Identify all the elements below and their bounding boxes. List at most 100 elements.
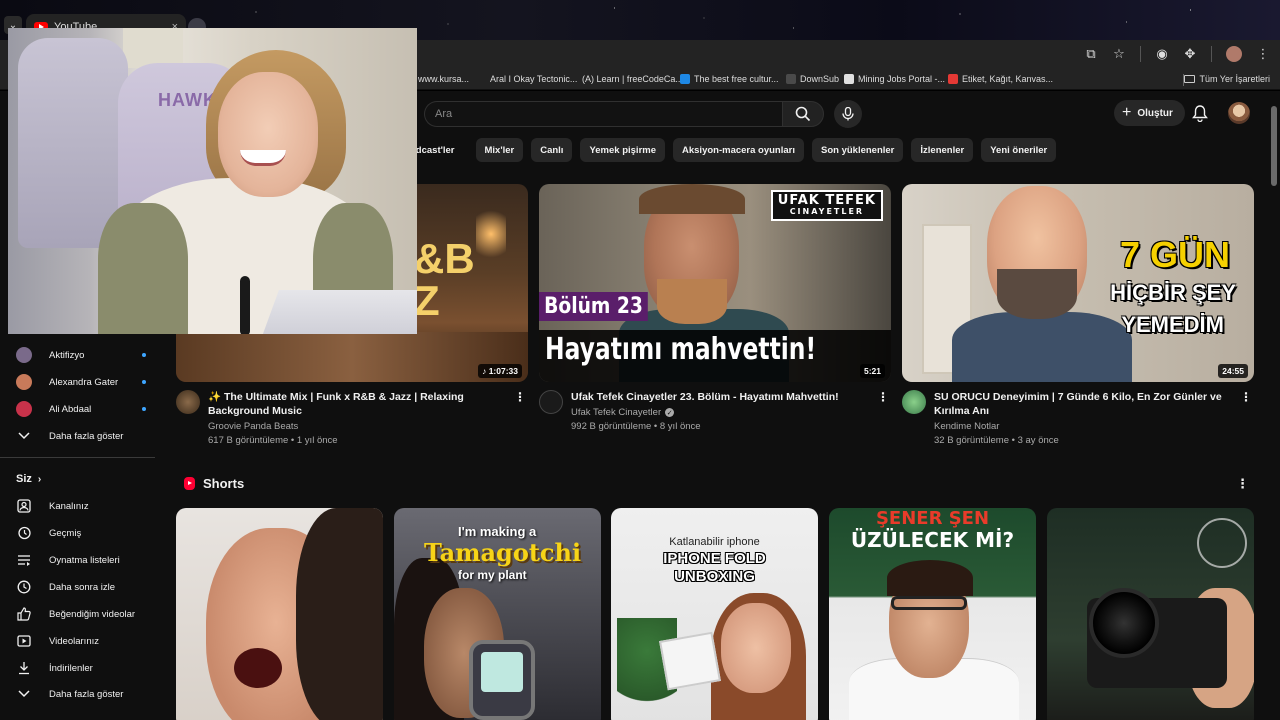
channel-avatar[interactable] [902, 390, 926, 414]
user-avatar[interactable] [1228, 102, 1250, 124]
create-button[interactable]: + Oluştur [1114, 100, 1185, 126]
video-title[interactable]: ✨ The Ultimate Mix | Funk x R&B & Jazz |… [208, 390, 508, 418]
category-chips: odcast'ler Mix'ler Canlı Yemek pişirme A… [400, 138, 1057, 162]
thumbnail-text: &B Z [414, 235, 475, 324]
short-person-mouth [234, 648, 282, 688]
sidebar-divider [0, 457, 155, 458]
history-icon [16, 525, 32, 541]
sidebar-subscription-alexandra-gater[interactable]: Alexandra Gater [16, 374, 146, 390]
bookmark-item[interactable]: Aral I Okay Tectonic... [490, 74, 577, 84]
search-button[interactable] [782, 101, 824, 127]
playlists-icon [16, 552, 32, 568]
short-thumbnail[interactable]: Katlanabilir iphone IPHONE FOLD UNBOXING [611, 508, 818, 720]
subscription-label: Ali Abdaal [49, 403, 92, 415]
like-icon [16, 606, 32, 622]
search-input[interactable] [424, 101, 782, 127]
bookmark-item[interactable]: (A) Learn | freeCodeCa... [582, 74, 683, 84]
short-caption-line-2: ÜZÜLECEK Mİ? [850, 528, 1015, 552]
video-title[interactable]: Ufak Tefek Cinayetler 23. Bölüm - Hayatı… [571, 390, 871, 404]
browser-profile-avatar[interactable] [1226, 46, 1242, 62]
chip-live[interactable]: Canlı [531, 138, 573, 162]
webcam-person-face [218, 72, 318, 197]
thumbnail-text-line-1: 7 GÜN [1119, 234, 1230, 275]
video-thumbnail[interactable]: Bölüm 23 Hayatımı mahvettin! UFAK TEFEK … [539, 184, 891, 382]
notifications-button[interactable] [1190, 103, 1210, 123]
shorts-menu-icon[interactable]: ⋮ [1236, 476, 1249, 492]
channel-avatar[interactable] [539, 390, 563, 414]
verified-icon: ✓ [665, 408, 675, 417]
chip-recently-uploaded[interactable]: Son yüklenenler [812, 138, 904, 162]
chip-new-to-you[interactable]: Yeni öneriler [981, 138, 1057, 162]
sidebar-item-label: İndirilenler [49, 662, 93, 674]
video-menu-icon[interactable]: ⋮ [514, 390, 526, 404]
sidebar-item-downloads[interactable]: İndirilenler [16, 660, 146, 676]
short-thumbnail[interactable] [1047, 508, 1254, 720]
webcam-desk-item [257, 290, 417, 334]
video-card[interactable]: 7 GÜN HİÇBİR ŞEY YEMEDİM 24:55 SU ORUCU … [902, 184, 1254, 446]
scrollbar-thumb[interactable] [1271, 106, 1277, 186]
chip-cooking[interactable]: Yemek pişirme [580, 138, 665, 162]
bookmark-item[interactable]: Etiket, Kağıt, Kanvas... [948, 74, 1053, 84]
browser-menu-icon[interactable]: ⋮ [1256, 46, 1270, 62]
subscription-label: Alexandra Gater [49, 376, 119, 388]
show-logo-line-2: CINAYETLER [789, 207, 865, 217]
avatar [16, 347, 32, 363]
channel-name[interactable]: Groovie Panda Beats [208, 421, 508, 432]
shorts-logo-icon [184, 477, 195, 490]
voice-search-button[interactable] [834, 100, 862, 128]
bookmark-item[interactable]: The best free cultur... [680, 74, 779, 84]
search-icon [795, 106, 811, 122]
thumbnail-episode: Bölüm 23 [539, 292, 649, 321]
sidebar-subscription-ali-abdaal[interactable]: Ali Abdaal [16, 401, 146, 417]
chip-action-adventure-games[interactable]: Aksiyon-macera oyunları [673, 138, 804, 162]
chevron-down-icon [16, 428, 32, 444]
video-stats: 617 B görüntüleme • 1 yıl önce [208, 435, 338, 446]
sidebar-item-history[interactable]: Geçmiş [16, 525, 146, 541]
channel-name[interactable]: Ufak Tefek Cinayetler ✓ [571, 407, 871, 418]
sidebar-item-watch-later[interactable]: Daha sonra izle [16, 579, 146, 595]
tamagotchi-device [469, 640, 535, 720]
short-caption-line-1: ŞENER ŞEN [875, 508, 990, 529]
video-duration: ♪ 1:07:33 [478, 364, 522, 378]
short-phone-box [659, 631, 721, 691]
folder-icon [1184, 75, 1196, 83]
chip-watched[interactable]: İzlenenler [911, 138, 974, 162]
sidebar-item-playlists[interactable]: Oynatma listeleri [16, 552, 146, 568]
bookmark-item[interactable]: Mining Jobs Portal -... [844, 74, 945, 84]
short-thumbnail[interactable]: ŞENER ŞEN ÜZÜLECEK Mİ? [829, 508, 1036, 720]
video-thumbnail[interactable]: 7 GÜN HİÇBİR ŞEY YEMEDİM 24:55 [902, 184, 1254, 382]
shop-icon [948, 74, 958, 84]
sidebar-item-your-channel[interactable]: Kanalınız [16, 498, 146, 514]
new-content-dot [142, 380, 146, 384]
extensions-icon[interactable]: ✥ [1183, 46, 1197, 62]
camera-extension-icon[interactable]: ◉ [1155, 46, 1169, 62]
video-menu-icon[interactable]: ⋮ [1240, 390, 1252, 404]
channel-avatar[interactable] [176, 390, 200, 414]
channel-name-text: Ufak Tefek Cinayetler [571, 407, 662, 418]
sidebar-you-heading[interactable]: Siz › [16, 473, 41, 485]
short-caption-line-3: UNBOXING [674, 568, 755, 585]
shorts-section-heading: Shorts [184, 476, 244, 491]
page-scrollbar[interactable] [1268, 91, 1280, 720]
video-menu-icon[interactable]: ⋮ [877, 390, 889, 404]
sidebar-subscription-aktifizyo[interactable]: Aktifizyo [16, 347, 146, 363]
short-thumbnail[interactable]: I'm making a Tamagotchi for my plant [394, 508, 601, 720]
channel-name[interactable]: Kendime Notlar [934, 421, 1234, 432]
sidebar-show-more-you[interactable]: Daha fazla göster [16, 686, 146, 702]
bookmark-item[interactable]: www.kursa... [418, 74, 469, 84]
sidebar-item-liked-videos[interactable]: Beğendiğim videolar [16, 606, 146, 622]
bookmark-star-icon[interactable]: ☆ [1112, 46, 1126, 62]
video-card[interactable]: Bölüm 23 Hayatımı mahvettin! UFAK TEFEK … [539, 184, 891, 432]
sidebar-item-your-videos[interactable]: Videolarınız [16, 633, 146, 649]
sidebar-show-more-subscriptions[interactable]: Daha fazla göster [16, 428, 146, 444]
bookmark-item[interactable]: DownSub [786, 74, 839, 84]
video-title[interactable]: SU ORUCU Deneyimim | 7 Günde 6 Kilo, En … [934, 390, 1234, 418]
video-duration: 24:55 [1218, 364, 1248, 378]
shorts-heading-label: Shorts [203, 476, 245, 491]
short-person-glasses [891, 596, 967, 610]
short-thumbnail[interactable] [176, 508, 383, 720]
chip-mixes[interactable]: Mix'ler [475, 138, 524, 162]
toolbar-divider [1211, 46, 1212, 62]
cast-icon[interactable]: ⧉ [1084, 46, 1098, 62]
all-bookmarks-button[interactable]: Tüm Yer İşaretleri [1184, 74, 1270, 84]
